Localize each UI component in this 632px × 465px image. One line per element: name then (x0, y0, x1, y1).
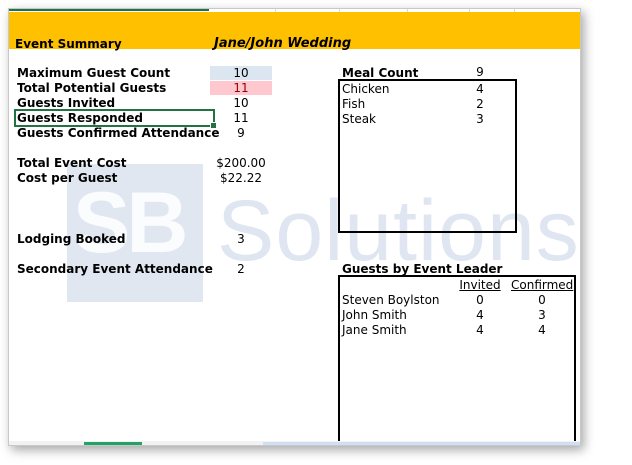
leader-invited[interactable]: 4 (449, 323, 511, 338)
meal-count-title[interactable]: Meal Count (342, 66, 418, 80)
leader-confirmed[interactable]: 3 (511, 308, 573, 323)
lodging-value[interactable]: 3 (210, 232, 272, 246)
meal-item-count[interactable]: 4 (449, 82, 511, 97)
leader-invited[interactable]: 0 (449, 293, 511, 308)
leader-invited[interactable]: 4 (449, 308, 511, 323)
confirmed-value[interactable]: 9 (210, 126, 272, 140)
max-guest-label[interactable]: Maximum Guest Count (17, 66, 170, 80)
responded-label[interactable]: Guests Responded (17, 111, 143, 125)
meal-item-name[interactable]: Fish (342, 97, 365, 112)
cost-per-guest-value[interactable]: $22.22 (210, 171, 272, 185)
total-potential-label[interactable]: Total Potential Guests (17, 81, 166, 95)
invited-value[interactable]: 10 (210, 96, 272, 110)
lodging-label[interactable]: Lodging Booked (17, 232, 126, 246)
total-cost-value[interactable]: $200.00 (210, 156, 272, 170)
leader-name[interactable]: Steven Boylston (342, 293, 440, 308)
meal-item-count[interactable]: 3 (449, 112, 511, 127)
leader-confirmed[interactable]: 4 (511, 323, 573, 338)
col-invited-header[interactable]: Invited (449, 278, 511, 293)
col-confirmed-header[interactable]: Confirmed (511, 278, 573, 293)
cost-per-guest-label[interactable]: Cost per Guest (17, 171, 117, 185)
total-cost-label[interactable]: Total Event Cost (17, 156, 127, 170)
horizontal-scrollbar[interactable] (263, 442, 580, 445)
banner-label[interactable]: Event Summary (15, 37, 122, 51)
secondary-value[interactable]: 2 (210, 262, 272, 276)
leader-confirmed[interactable]: 0 (511, 293, 573, 308)
confirmed-label[interactable]: Guests Confirmed Attendance (17, 126, 219, 140)
active-sheet-tab[interactable] (84, 442, 142, 445)
max-guest-value[interactable]: 10 (210, 66, 272, 80)
spreadsheet-sheet: Event Summary Jane/John Wedding SB Solut… (8, 8, 581, 446)
event-summary-banner: Event Summary Jane/John Wedding (9, 12, 580, 51)
sheet-tab-bar (9, 441, 580, 445)
sb-logo-text: SB (73, 175, 188, 271)
meal-item-name[interactable]: Chicken (342, 82, 389, 97)
leader-name[interactable]: Jane Smith (342, 323, 407, 338)
invited-label[interactable]: Guests Invited (17, 96, 115, 110)
leaders-title[interactable]: Guests by Event Leader (342, 262, 502, 276)
secondary-label[interactable]: Secondary Event Attendance (17, 262, 213, 276)
leader-name[interactable]: John Smith (342, 308, 407, 323)
selected-column-indicator (9, 9, 209, 11)
event-name[interactable]: Jane/John Wedding (214, 36, 351, 51)
meal-count-total[interactable]: 9 (449, 65, 511, 80)
meal-item-count[interactable]: 2 (449, 97, 511, 112)
total-potential-value[interactable]: 11 (210, 81, 272, 95)
meal-item-name[interactable]: Steak (342, 112, 376, 127)
responded-value[interactable]: 11 (210, 111, 272, 125)
